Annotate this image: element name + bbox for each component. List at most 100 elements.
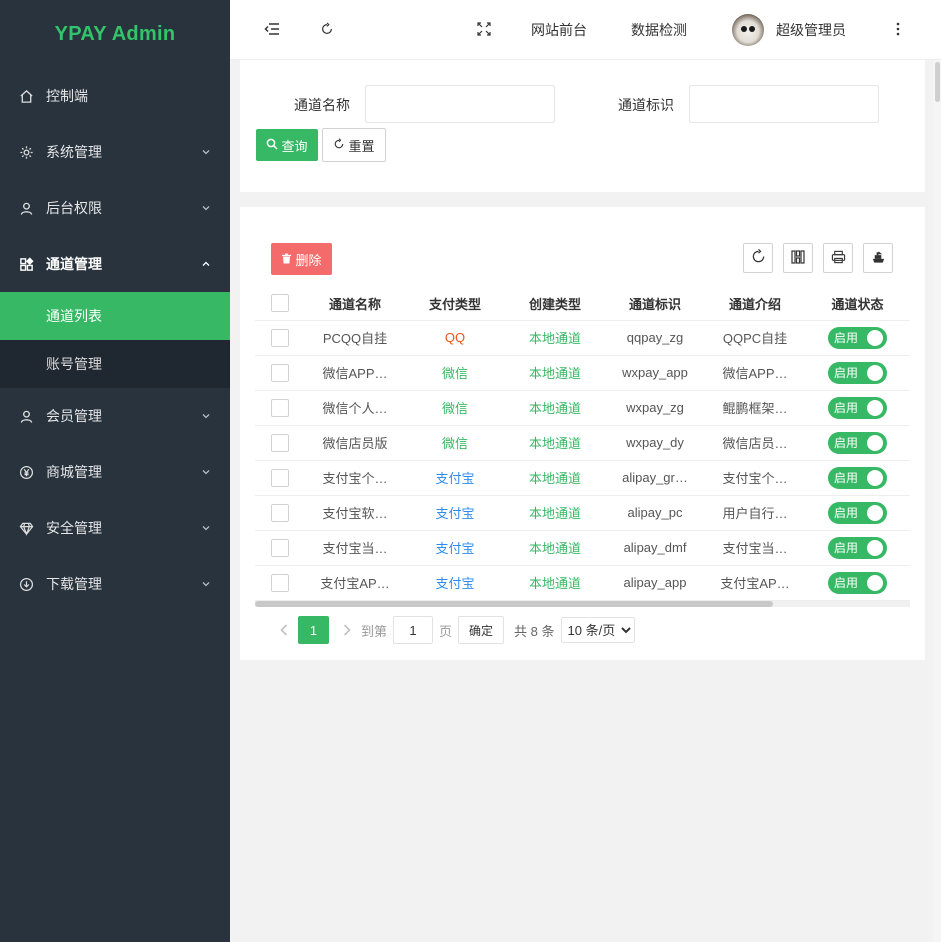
username-menu[interactable]: 超级管理员	[776, 20, 846, 40]
data-check-link[interactable]: 数据检测	[631, 20, 687, 40]
cell-status: 启用	[805, 495, 910, 531]
row-checkbox[interactable]	[271, 468, 289, 487]
status-toggle[interactable]: 启用	[828, 396, 887, 419]
status-toggle[interactable]: 启用	[828, 571, 887, 594]
status-toggle[interactable]: 启用	[828, 326, 887, 349]
sidebar-item-members[interactable]: 会员管理	[0, 388, 230, 444]
prev-page-icon[interactable]	[270, 616, 298, 644]
table-row[interactable]: PCQQ自挂 QQ 本地通道 qqpay_zg QQPC自挂 启用	[255, 320, 910, 356]
frontend-link[interactable]: 网站前台	[531, 20, 587, 40]
avatar[interactable]	[732, 14, 764, 46]
column-header[interactable]: 通道名称	[305, 287, 405, 321]
status-toggle[interactable]: 启用	[828, 361, 887, 384]
page-size-select[interactable]: 10 条/页	[560, 617, 635, 643]
row-checkbox[interactable]	[271, 363, 289, 382]
row-checkbox[interactable]	[271, 328, 289, 347]
column-filter-button[interactable]	[783, 243, 813, 273]
row-checkbox-cell[interactable]	[255, 530, 305, 566]
cell-status: 启用	[805, 565, 910, 601]
status-toggle[interactable]: 启用	[828, 536, 887, 559]
column-header[interactable]: 通道介绍	[705, 287, 805, 321]
status-toggle-label: 启用	[834, 506, 859, 520]
channels-submenu: 通道列表 账号管理	[0, 292, 230, 388]
table-row[interactable]: 支付宝个… 支付宝 本地通道 alipay_gr… 支付宝个… 启用	[255, 460, 910, 496]
status-toggle[interactable]: 启用	[828, 466, 887, 489]
sidebar: YPAY Admin 控制端 系统管理 后台权限 通道管理 通道列表 账号管理 …	[0, 0, 230, 942]
toggle-knob	[867, 539, 883, 556]
goto-confirm-button[interactable]: 确定	[458, 616, 505, 644]
row-checkbox[interactable]	[271, 573, 289, 592]
column-header[interactable]: 通道状态	[805, 287, 910, 321]
more-vertical-icon[interactable]	[889, 20, 907, 38]
sidebar-item-label: 安全管理	[46, 520, 102, 536]
next-page-icon[interactable]	[333, 616, 361, 644]
query-button[interactable]: 查询	[256, 129, 318, 161]
refresh-icon	[751, 249, 766, 267]
status-toggle-label: 启用	[834, 436, 859, 450]
page-number-current[interactable]: 1	[298, 616, 329, 644]
cell-pay-type: 微信	[405, 390, 505, 426]
row-checkbox[interactable]	[271, 538, 289, 557]
row-checkbox-cell[interactable]	[255, 565, 305, 601]
channel-ident-input[interactable]	[689, 85, 879, 123]
cell-create-type: 本地通道	[505, 320, 605, 356]
delete-button[interactable]: 删除	[271, 243, 332, 275]
page-scrollbar-thumb[interactable]	[935, 62, 940, 102]
table-horizontal-scrollbar[interactable]	[255, 601, 910, 607]
row-checkbox[interactable]	[271, 433, 289, 452]
column-header[interactable]: 支付类型	[405, 287, 505, 321]
sidebar-subitem-channel-list[interactable]: 通道列表	[0, 292, 230, 340]
search-panel: 通道名称 通道标识 查询 重置	[240, 60, 925, 192]
table-row[interactable]: 微信店员版 微信 本地通道 wxpay_dy 微信店员… 启用	[255, 425, 910, 461]
column-header[interactable]: 通道标识	[605, 287, 705, 321]
row-checkbox[interactable]	[271, 398, 289, 417]
toggle-knob	[867, 574, 883, 591]
sidebar-item-shop[interactable]: 商城管理	[0, 444, 230, 500]
sidebar-item-label: 下载管理	[46, 576, 102, 592]
cell-create-type: 本地通道	[505, 460, 605, 496]
diamond-icon	[18, 520, 34, 536]
page-scrollbar[interactable]	[933, 60, 941, 942]
cell-pay-type: QQ	[405, 320, 505, 356]
reset-button[interactable]: 重置	[322, 128, 386, 162]
sidebar-item-permissions[interactable]: 后台权限	[0, 180, 230, 236]
export-button[interactable]	[863, 243, 893, 273]
table-row[interactable]: 支付宝当… 支付宝 本地通道 alipay_dmf 支付宝当… 启用	[255, 530, 910, 566]
chevron-down-icon	[200, 146, 212, 158]
cell-create-type: 本地通道	[505, 355, 605, 391]
row-checkbox-cell[interactable]	[255, 355, 305, 391]
column-header[interactable]: 创建类型	[505, 287, 605, 321]
channel-name-input[interactable]	[365, 85, 555, 123]
cell-pay-type: 支付宝	[405, 565, 505, 601]
fullscreen-icon[interactable]	[475, 20, 493, 38]
table-row[interactable]: 微信个人… 微信 本地通道 wxpay_zg 鲲鹏框架… 启用	[255, 390, 910, 426]
table-row[interactable]: 支付宝软… 支付宝 本地通道 alipay_pc 用户自行… 启用	[255, 495, 910, 531]
cell-channel-name: 微信个人…	[305, 390, 405, 426]
row-checkbox-cell[interactable]	[255, 390, 305, 426]
sidebar-item-security[interactable]: 安全管理	[0, 500, 230, 556]
table-row[interactable]: 支付宝AP… 支付宝 本地通道 alipay_app 支付宝AP… 启用	[255, 565, 910, 601]
sidebar-subitem-account-manage[interactable]: 账号管理	[0, 340, 230, 388]
table-scrollbar-thumb[interactable]	[255, 601, 773, 607]
collapse-menu-icon[interactable]	[263, 20, 281, 38]
sidebar-item-console[interactable]: 控制端	[0, 68, 230, 124]
sidebar-item-downloads[interactable]: 下载管理	[0, 556, 230, 612]
sidebar-item-label: 通道管理	[46, 256, 102, 272]
row-checkbox-cell[interactable]	[255, 320, 305, 356]
status-toggle[interactable]: 启用	[828, 501, 887, 524]
row-checkbox[interactable]	[271, 503, 289, 522]
cell-channel-ident: wxpay_app	[605, 355, 705, 391]
status-toggle[interactable]: 启用	[828, 431, 887, 454]
refresh-icon[interactable]	[318, 20, 336, 38]
sidebar-item-channels[interactable]: 通道管理	[0, 236, 230, 292]
table-refresh-button[interactable]	[743, 243, 773, 273]
row-checkbox-cell[interactable]	[255, 460, 305, 496]
row-checkbox-cell[interactable]	[255, 425, 305, 461]
goto-page-input[interactable]	[393, 616, 434, 644]
table-row[interactable]: 微信APP… 微信 本地通道 wxpay_app 微信APP… 启用	[255, 355, 910, 391]
select-all-checkbox-cell[interactable]	[255, 287, 305, 321]
print-button[interactable]	[823, 243, 853, 273]
select-all-checkbox[interactable]	[271, 294, 289, 313]
sidebar-item-system[interactable]: 系统管理	[0, 124, 230, 180]
row-checkbox-cell[interactable]	[255, 495, 305, 531]
